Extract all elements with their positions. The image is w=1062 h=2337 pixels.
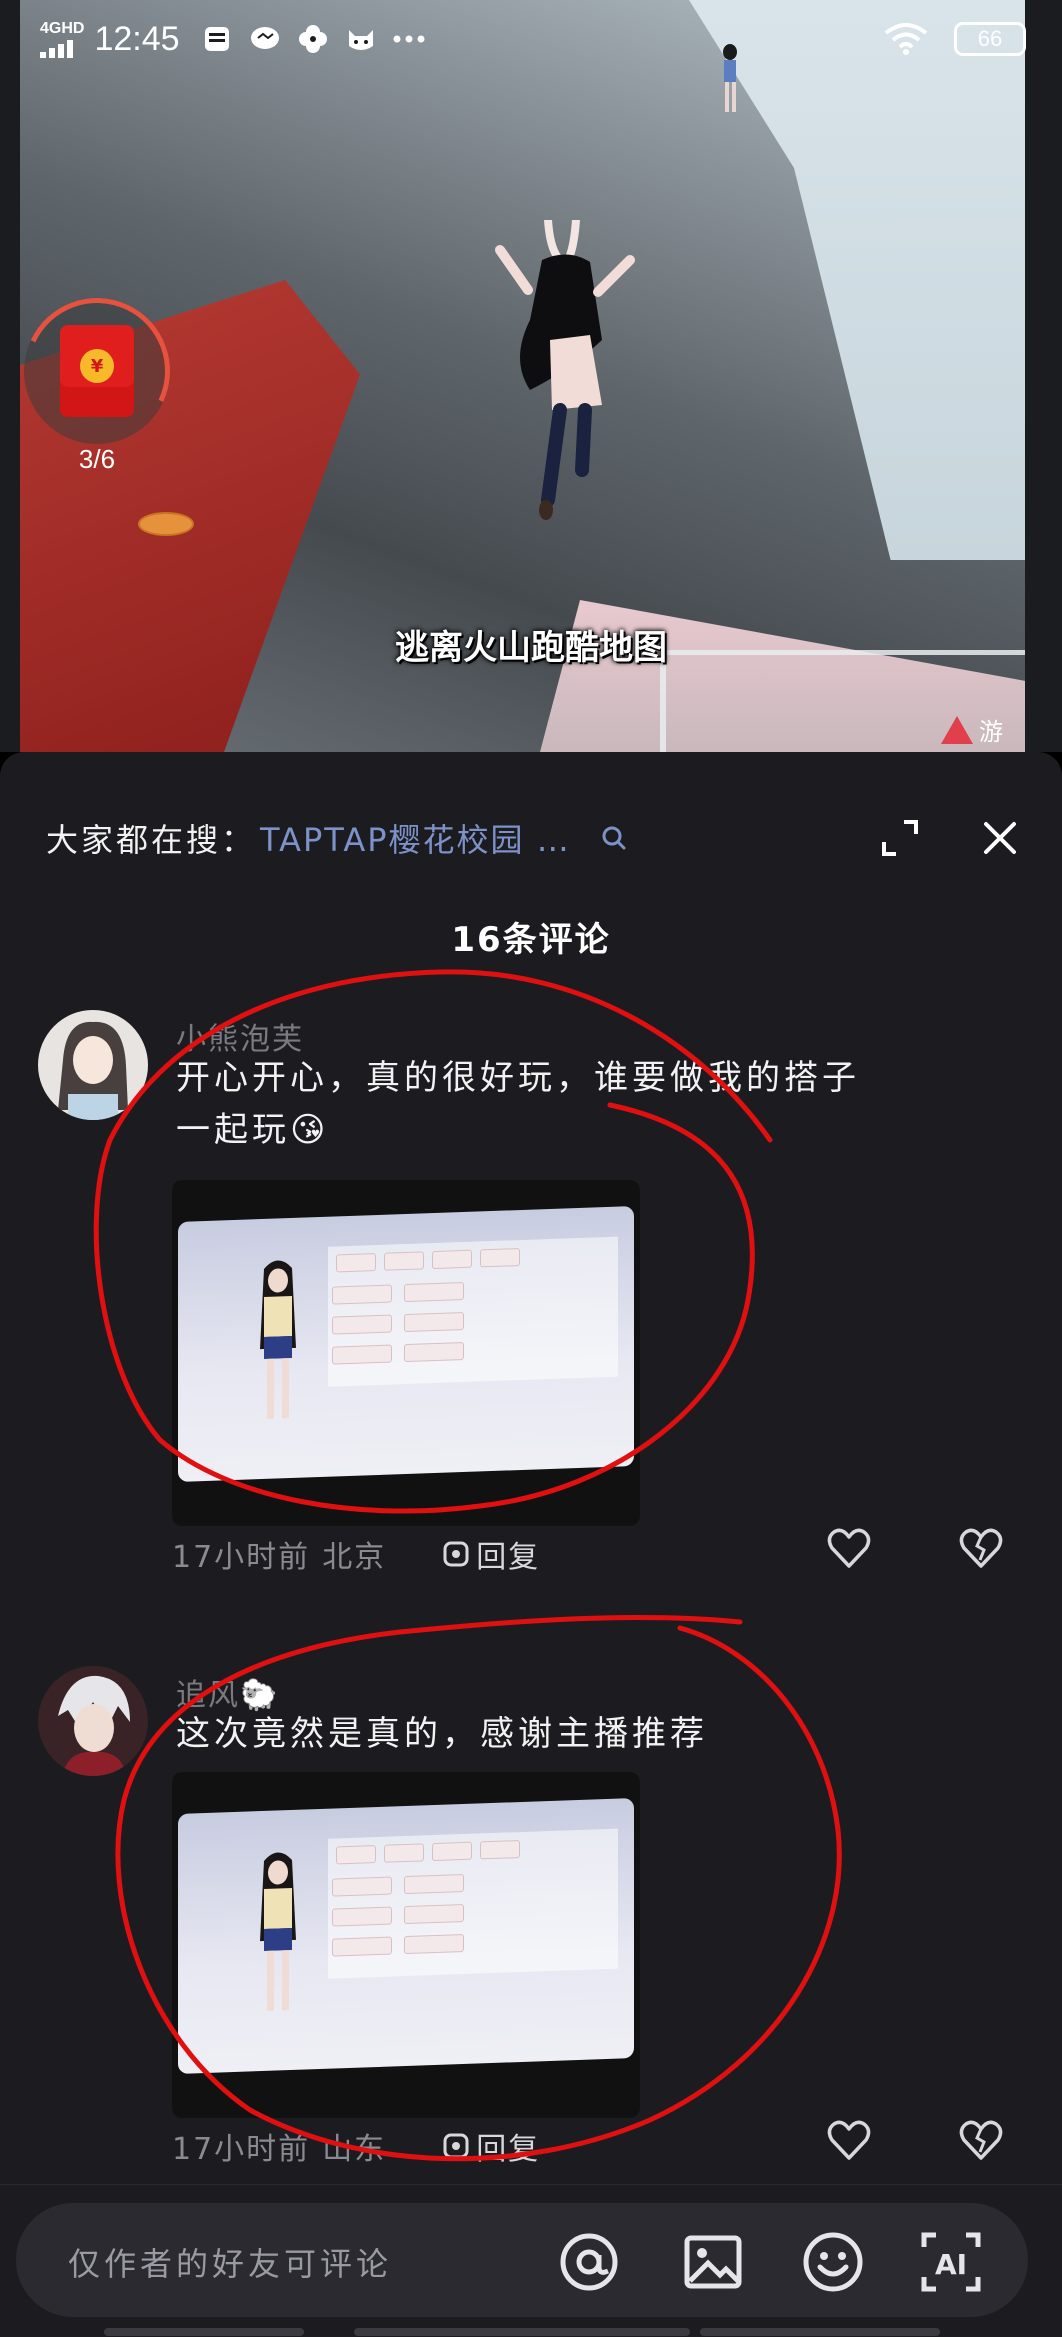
comment-input-bar: 仅作者的好友可评论 AI — [0, 2184, 1062, 2337]
network-label: 4GHD — [40, 19, 85, 37]
comment-photo[interactable] — [172, 1772, 640, 2118]
image-icon[interactable] — [682, 2231, 744, 2293]
expand-icon[interactable] — [878, 816, 922, 860]
close-icon[interactable] — [978, 816, 1022, 860]
video-subtitle: 逃离火山跑酷地图 — [395, 628, 667, 668]
red-packet-button[interactable]: ¥ — [3, 277, 191, 465]
home-indicator — [104, 2328, 304, 2336]
svg-text:AI: AI — [935, 2248, 967, 2281]
main-character — [495, 220, 635, 520]
comment-photo[interactable] — [172, 1180, 640, 1526]
comment-text: 开心开心，真的很好玩，谁要做我的搭子 一起玩😘 — [176, 1052, 996, 1156]
comment-input[interactable]: 仅作者的好友可评论 AI — [16, 2203, 1028, 2317]
avatar[interactable] — [38, 1666, 148, 1776]
sim-card-icon — [200, 22, 234, 56]
home-indicator — [700, 2328, 940, 2336]
wifi-icon — [884, 22, 928, 56]
chat-bubble-icon — [248, 22, 282, 56]
status-bar: 4GHD 12:45 66 — [0, 0, 1062, 78]
like-heart-icon[interactable] — [826, 1526, 872, 1572]
signal-bars-icon — [40, 39, 84, 58]
warning-badge: 游 — [941, 712, 1003, 747]
coin — [138, 512, 194, 536]
search-icon[interactable] — [599, 823, 629, 853]
red-envelope-seal: ¥ — [80, 349, 114, 383]
dislike-broken-heart-icon[interactable] — [958, 1526, 1004, 1572]
comment-count-title: 16条评论 — [451, 920, 611, 960]
reply-icon — [443, 1541, 469, 1567]
warning-text: 游 — [979, 718, 1003, 746]
reply-button[interactable]: 回复 — [442, 1532, 540, 1576]
comment-location: 北京 — [322, 1540, 387, 1575]
comment-text-line: 开心开心，真的很好玩，谁要做我的搭子 — [176, 1058, 860, 1098]
comment-sheet: 大家都在搜： TAPTAP樱花校园 … 16条评论 小熊泡芙 开心开心，真的很好… — [0, 752, 1062, 2337]
comment-time: 17小时前 — [172, 2132, 311, 2167]
clock: 12:45 — [94, 19, 180, 58]
dislike-broken-heart-icon[interactable] — [958, 2118, 1004, 2164]
comment-meta: 17小时前 山东 回复 — [172, 2124, 540, 2168]
comment-location: 山东 — [322, 2132, 387, 2167]
reply-label: 回复 — [476, 2132, 541, 2167]
network-indicator: 4GHD — [40, 19, 85, 58]
red-packet-progress: 3/6 — [78, 444, 116, 474]
trending-search-row[interactable]: 大家都在搜： TAPTAP樱花校园 … — [46, 808, 1022, 868]
reply-label: 回复 — [476, 1540, 541, 1575]
warning-icon — [941, 715, 973, 744]
comment-text: 这次竟然是真的，感谢主播推荐 — [176, 1708, 996, 1760]
reply-button[interactable]: 回复 — [442, 2124, 540, 2168]
cat-face-icon — [344, 22, 378, 56]
comment-text-line: 这次竟然是真的，感谢主播推荐 — [176, 1714, 708, 1754]
comment-time: 17小时前 — [172, 1540, 311, 1575]
comment-item: 追风🐑 这次竟然是真的，感谢主播推荐 — [0, 1666, 1062, 1786]
reply-icon — [443, 2133, 469, 2159]
battery-indicator: 66 — [954, 22, 1026, 56]
at-icon[interactable] — [558, 2231, 620, 2293]
home-indicator — [354, 2328, 690, 2336]
comment-meta: 17小时前 北京 回复 — [172, 1532, 540, 1576]
emoji-icon[interactable] — [802, 2231, 864, 2293]
trending-search-prefix: 大家都在搜： — [46, 821, 257, 859]
more-dots-icon — [392, 22, 426, 56]
comment-text-line: 一起玩😘 — [176, 1110, 330, 1150]
ai-icon[interactable]: AI — [920, 2231, 982, 2293]
pinwheel-icon — [296, 22, 330, 56]
comment-input-placeholder: 仅作者的好友可评论 — [68, 2245, 393, 2283]
like-heart-icon[interactable] — [826, 2118, 872, 2164]
trending-search-term[interactable]: TAPTAP樱花校园 … — [260, 815, 571, 861]
avatar[interactable] — [38, 1010, 148, 1120]
sky — [605, 0, 1025, 560]
red-envelope-icon: ¥ — [60, 325, 134, 417]
